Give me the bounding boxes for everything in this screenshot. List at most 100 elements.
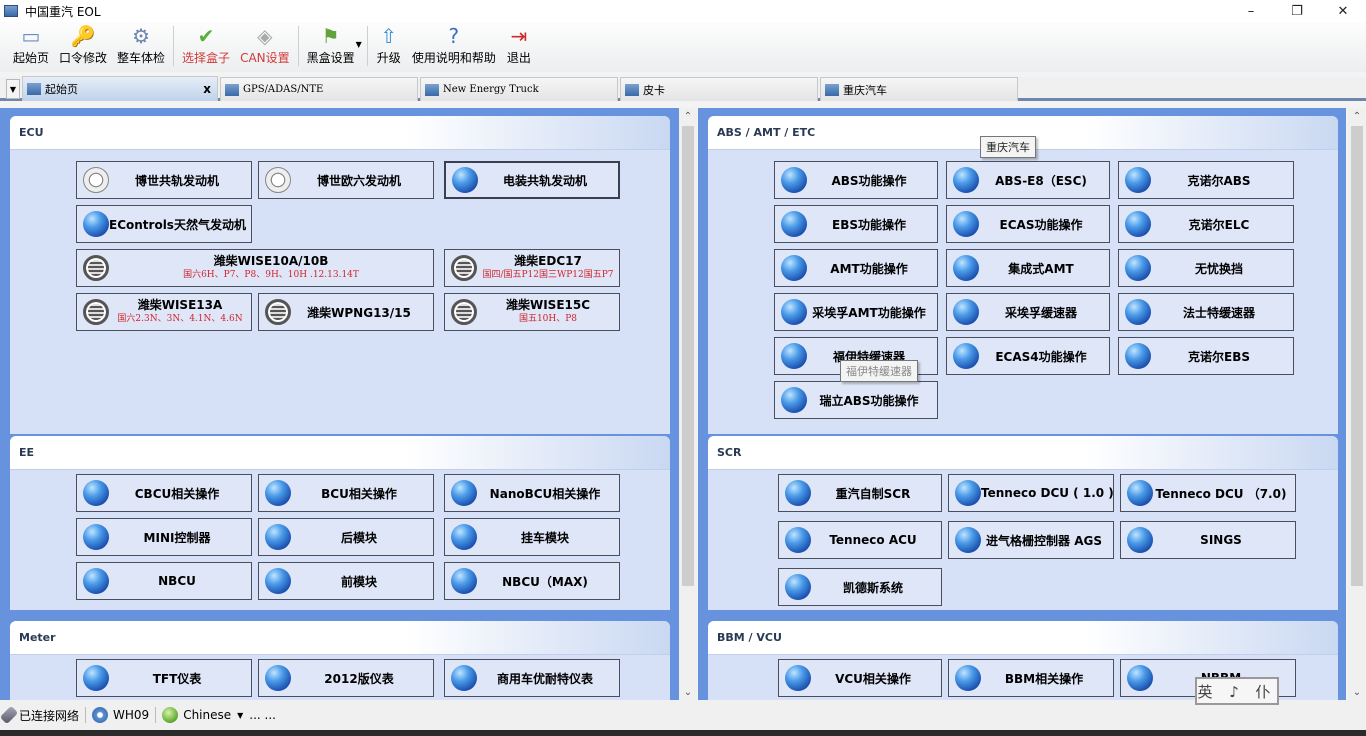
toolbar-separator [366, 26, 368, 66]
function-button[interactable]: Tenneco ACU [778, 521, 942, 559]
button-label: 采埃孚缓速器 [1004, 305, 1077, 320]
tab-gps-adas-nte[interactable]: GPS/ADAS/NTE [220, 77, 418, 101]
scroll-thumb[interactable] [682, 126, 694, 586]
upgrade-arrow-icon: ⇧ [380, 24, 398, 48]
function-button[interactable]: ECAS功能操作 [946, 205, 1110, 243]
function-button[interactable]: 博世共轨发动机 [76, 161, 252, 199]
globe-icon [1125, 167, 1151, 193]
tab-home[interactable]: 起始页 x [22, 76, 218, 101]
toolbar-upgrade-arrow-button[interactable]: ⇧ 升级 [371, 22, 407, 70]
language-select[interactable]: Chinese [183, 708, 231, 722]
function-button[interactable]: 后模块 [258, 518, 434, 556]
function-button[interactable]: 克诺尔EBS [1118, 337, 1294, 375]
button-label: 博世欧六发动机 [316, 173, 401, 188]
toolbar-key-button[interactable]: 🔑 口令修改 [54, 22, 112, 70]
tab-close-icon[interactable]: x [203, 82, 211, 96]
function-button[interactable]: 采埃孚缓速器 [946, 293, 1110, 331]
tab-label: 皮卡 [643, 83, 665, 97]
function-button[interactable]: BCU相关操作 [258, 474, 434, 512]
function-button[interactable]: VCU相关操作 [778, 659, 942, 697]
toolbar-device-box-button[interactable]: ◈ CAN设置 [235, 22, 295, 70]
function-button[interactable]: ECAS4功能操作 [946, 337, 1110, 375]
function-button[interactable]: TFT仪表 [76, 659, 252, 697]
weichai-logo-icon [265, 299, 291, 325]
toolbar-label: 退出 [506, 51, 531, 65]
function-button[interactable]: 潍柴EDC17 国四/国五P12国三WP12国五P7 [444, 249, 620, 287]
group-title: ECU [10, 116, 670, 150]
function-button[interactable]: 凯德斯系统 [778, 568, 942, 606]
globe-icon [1125, 343, 1151, 369]
function-button[interactable]: MINI控制器 [76, 518, 252, 556]
toolbar-label: 选择盒子 [182, 51, 231, 65]
minimize-button[interactable]: – [1228, 0, 1274, 22]
function-button[interactable]: SINGS [1120, 521, 1296, 559]
function-button[interactable]: 潍柴WISE13A 国六2.3N、3N、4.1N、4.6N [76, 293, 252, 331]
function-button[interactable]: EBS功能操作 [774, 205, 938, 243]
function-button[interactable]: 法士特缓速器 [1118, 293, 1294, 331]
tab-icon [825, 83, 839, 96]
tab-chongqing-auto[interactable]: 重庆汽车 [820, 77, 1018, 101]
function-button[interactable]: 潍柴WISE15C 国五10H、P8 [444, 293, 620, 331]
scroll-up-icon[interactable]: ⌃ [679, 108, 697, 124]
function-button[interactable]: 进气格栅控制器 AGS [948, 521, 1114, 559]
button-label: 潍柴EDC17 [514, 254, 582, 268]
maximize-button[interactable]: ❐ [1274, 0, 1320, 22]
language-dropdown-icon[interactable]: ▼ [237, 711, 243, 720]
ime-indicator[interactable]: 英 ♪ 仆 [1195, 677, 1279, 705]
function-button[interactable]: ABS-E8（ESC) [946, 161, 1110, 199]
weichai-logo-icon [451, 299, 477, 325]
function-button[interactable]: BBM相关操作 [948, 659, 1114, 697]
toolbar-exit-door-button[interactable]: ⇥ 退出 [501, 22, 537, 70]
function-button[interactable]: AMT功能操作 [774, 249, 938, 287]
scroll-up-icon[interactable]: ⌃ [1348, 108, 1366, 124]
function-button[interactable]: CBCU相关操作 [76, 474, 252, 512]
toolbar-green-flag-button[interactable]: ⚑ 黑盒设置 [302, 22, 360, 70]
scroll-down-icon[interactable]: ⌄ [1348, 684, 1366, 700]
function-button[interactable]: 重汽自制SCR [778, 474, 942, 512]
function-button[interactable]: Tenneco DCU ( 1.0 ) [948, 474, 1114, 512]
right-scrollbar[interactable]: ⌃ ⌄ [1348, 108, 1366, 700]
function-button[interactable]: ABS功能操作 [774, 161, 938, 199]
globe-icon [953, 343, 979, 369]
function-button[interactable]: 挂车模块 [444, 518, 620, 556]
function-button[interactable]: 克诺尔ELC [1118, 205, 1294, 243]
toolbar-gear-check-button[interactable]: ⚙ 整车体检 [112, 22, 170, 70]
tab-list-dropdown[interactable]: ▼ [6, 79, 20, 99]
left-scrollbar[interactable]: ⌃ ⌄ [679, 108, 697, 700]
scroll-down-icon[interactable]: ⌄ [679, 684, 697, 700]
function-button[interactable]: Tenneco DCU （7.0) [1120, 474, 1296, 512]
function-button[interactable]: 前模块 [258, 562, 434, 600]
globe-icon [452, 167, 478, 193]
function-button[interactable]: NBCU [76, 562, 252, 600]
function-button[interactable]: 2012版仪表 [258, 659, 434, 697]
function-button[interactable]: 博世欧六发动机 [258, 161, 434, 199]
tab-icon [425, 83, 439, 96]
blackbox-dropdown-icon[interactable]: ▼ [356, 40, 362, 49]
scroll-thumb[interactable] [1351, 126, 1363, 586]
tab-new-energy-truck[interactable]: New Energy Truck [420, 77, 618, 101]
function-button[interactable]: 电装共轨发动机 [444, 161, 620, 199]
tab-pickup[interactable]: 皮卡 [620, 77, 818, 101]
close-button[interactable]: ✕ [1320, 0, 1366, 22]
language-globe-icon [162, 707, 179, 723]
function-button[interactable]: 潍柴WPNG13/15 [258, 293, 434, 331]
globe-icon [1125, 299, 1151, 325]
button-label: 瑞立ABS功能操作 [819, 393, 919, 408]
function-button[interactable]: NBCU（MAX) [444, 562, 620, 600]
button-label: 采埃孚AMT功能操作 [812, 305, 926, 320]
globe-icon [953, 299, 979, 325]
function-button[interactable]: NanoBCU相关操作 [444, 474, 620, 512]
function-button[interactable]: EControls天然气发动机 [76, 205, 252, 243]
globe-icon [1125, 211, 1151, 237]
toolbar-help-button[interactable]: ? 使用说明和帮助 [407, 22, 501, 70]
function-button[interactable]: 采埃孚AMT功能操作 [774, 293, 938, 331]
function-button[interactable]: 潍柴WISE10A/10B 国六6H、P7、P8、9H、10H .12.13.14… [76, 249, 434, 287]
button-label: TFT仪表 [152, 671, 202, 686]
function-button[interactable]: 瑞立ABS功能操作 [774, 381, 938, 419]
function-button[interactable]: 无忧换挡 [1118, 249, 1294, 287]
toolbar-home-window-button[interactable]: ▭ 起始页 [8, 22, 54, 70]
function-button[interactable]: 克诺尔ABS [1118, 161, 1294, 199]
toolbar-checkmark-button[interactable]: ✔ 选择盒子 [177, 22, 235, 70]
function-button[interactable]: 商用车优耐特仪表 [444, 659, 620, 697]
function-button[interactable]: 集成式AMT [946, 249, 1110, 287]
